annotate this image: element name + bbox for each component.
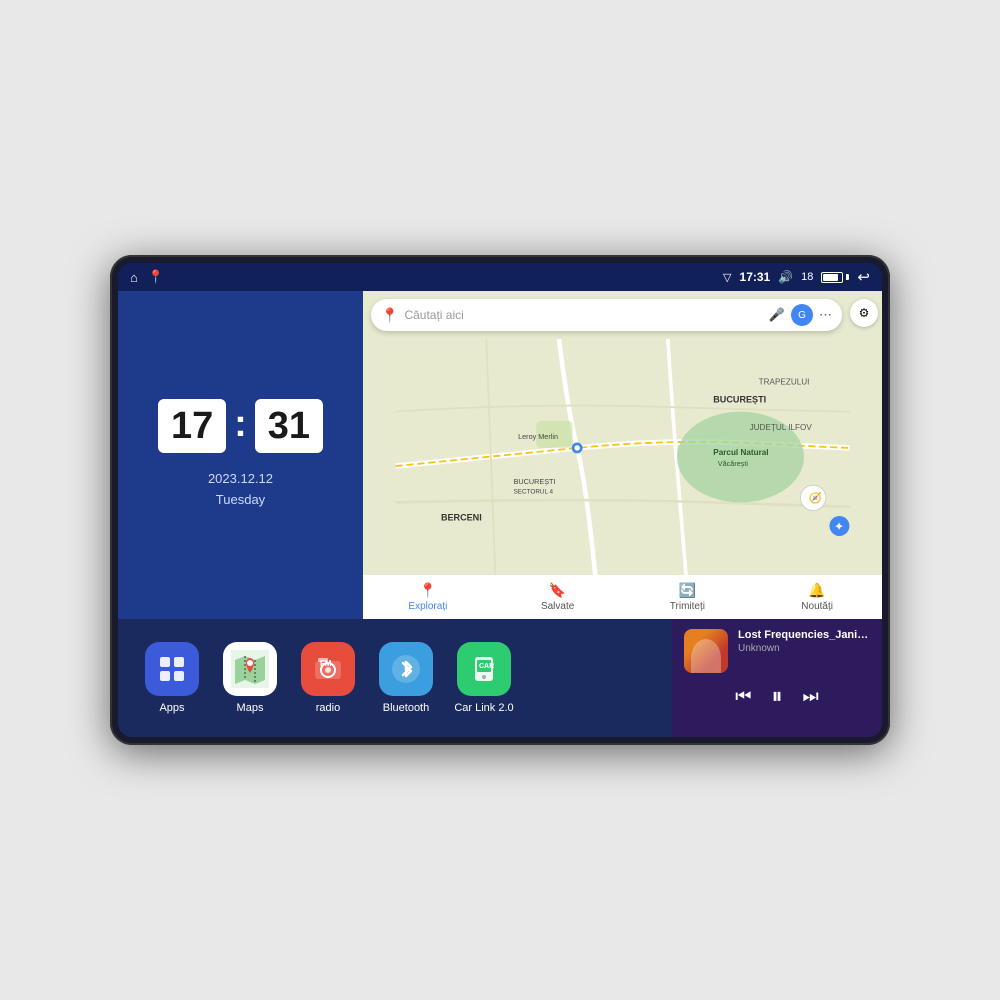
apps-icon (145, 642, 199, 696)
home-icon[interactable]: ⌂ (130, 270, 138, 285)
carlink-label: Car Link 2.0 (454, 702, 513, 714)
map-search-placeholder[interactable]: Căutați aici (404, 308, 762, 322)
status-left: ⌂ 📍 (130, 269, 164, 285)
map-pin-icon: 📍 (381, 307, 398, 324)
explore-icon: 📍 (419, 582, 436, 599)
svg-text:BUCUREȘTI: BUCUREȘTI (514, 477, 556, 486)
battery-indicator (821, 272, 849, 283)
clock-date-value: 2023.12.12 (208, 469, 273, 490)
bluetooth-svg (390, 653, 422, 685)
more-icon[interactable]: ⋯ (819, 307, 832, 323)
radio-svg: FM (312, 653, 344, 685)
music-controls: ⏮ ⏸ ⏭ (684, 685, 870, 707)
radio-label: radio (316, 702, 340, 714)
clock-hours: 17 (158, 399, 226, 453)
app-item-bluetooth[interactable]: Bluetooth (372, 642, 440, 714)
apps-label: Apps (159, 702, 184, 714)
carlink-svg: CAR (468, 653, 500, 685)
music-player: Lost Frequencies_Janieck Devy-... Unknow… (672, 619, 882, 737)
microphone-icon[interactable]: 🎤 (769, 307, 785, 323)
radio-icon: FM (301, 642, 355, 696)
explore-label: Explorați (408, 601, 447, 612)
status-right: ▽ 17:31 🔊 18 ↩ (723, 268, 870, 286)
next-button[interactable]: ⏭ (803, 687, 819, 705)
main-content: 17 : 31 2023.12.12 Tuesday 📍 Căutați aic… (118, 291, 882, 737)
saved-icon: 🔖 (549, 582, 566, 599)
battery-tip (846, 274, 849, 280)
status-time: 17:31 (740, 270, 771, 284)
map-search-bar[interactable]: 📍 Căutați aici 🎤 G ⋯ (371, 299, 842, 331)
car-headunit-device: ⌂ 📍 ▽ 17:31 🔊 18 ↩ (110, 255, 890, 745)
status-bar: ⌂ 📍 ▽ 17:31 🔊 18 ↩ (118, 263, 882, 291)
signal-icon: ▽ (723, 271, 731, 284)
svg-text:SECTORUL 4: SECTORUL 4 (514, 488, 554, 495)
send-label: Trimiteți (670, 601, 705, 612)
svg-text:🧭: 🧭 (809, 491, 823, 504)
clock-panel: 17 : 31 2023.12.12 Tuesday (118, 291, 363, 619)
back-icon[interactable]: ↩ (857, 268, 870, 286)
prev-button[interactable]: ⏮ (735, 687, 751, 705)
screen: ⌂ 📍 ▽ 17:31 🔊 18 ↩ (118, 263, 882, 737)
maps-svg (231, 650, 269, 688)
user-avatar[interactable]: G (791, 304, 813, 326)
svg-text:JUDEȚUL ILFOV: JUDEȚUL ILFOV (750, 423, 813, 432)
clock-colon: : (234, 403, 247, 446)
news-label: Noutăți (801, 601, 833, 612)
music-artist: Unknown (738, 643, 870, 654)
map-nav-send[interactable]: 🔄 Trimiteți (623, 582, 753, 612)
top-section: 17 : 31 2023.12.12 Tuesday 📍 Căutați aic… (118, 291, 882, 619)
maps-icon (223, 642, 277, 696)
map-nav-saved[interactable]: 🔖 Salvate (493, 582, 623, 612)
news-icon: 🔔 (808, 582, 825, 599)
person-silhouette (691, 639, 721, 673)
app-item-apps[interactable]: Apps (138, 642, 206, 714)
maps-status-icon[interactable]: 📍 (148, 269, 164, 285)
map-area: Parcul Natural Văcărești BUCUREȘTI JUDEȚ… (363, 339, 882, 575)
svg-text:BUCUREȘTI: BUCUREȘTI (713, 395, 766, 405)
clock-minutes: 31 (255, 399, 323, 453)
svg-text:Parcul Natural: Parcul Natural (713, 448, 768, 457)
maps-label: Maps (237, 702, 264, 714)
music-info: Lost Frequencies_Janieck Devy-... Unknow… (738, 629, 870, 654)
send-icon: 🔄 (679, 582, 696, 599)
app-item-radio[interactable]: FM radio (294, 642, 362, 714)
volume-icon: 🔊 (778, 270, 793, 284)
svg-text:Văcărești: Văcărești (718, 459, 749, 468)
svg-text:✦: ✦ (834, 520, 844, 534)
map-bottom-nav: 📍 Explorați 🔖 Salvate 🔄 Trimiteți � (363, 575, 882, 619)
map-panel[interactable]: 📍 Căutați aici 🎤 G ⋯ (363, 291, 882, 619)
map-top-right-buttons: ⚙ (850, 299, 878, 327)
clock-weekday: Tuesday (208, 490, 273, 511)
saved-label: Salvate (541, 601, 574, 612)
svg-text:CAR: CAR (479, 663, 494, 670)
battery-level: 18 (801, 271, 813, 283)
music-top: Lost Frequencies_Janieck Devy-... Unknow… (684, 629, 870, 673)
bottom-section: Apps Ma (118, 619, 882, 737)
bluetooth-icon (379, 642, 433, 696)
svg-text:Leroy Merlin: Leroy Merlin (518, 432, 558, 441)
carlink-icon: CAR (457, 642, 511, 696)
map-nav-explore[interactable]: 📍 Explorați (363, 582, 493, 612)
app-launcher: Apps Ma (118, 619, 672, 737)
clock-display: 17 : 31 (158, 399, 323, 453)
battery-body (821, 272, 843, 283)
app-item-maps[interactable]: Maps (216, 642, 284, 714)
svg-text:TRAPEZULUI: TRAPEZULUI (759, 377, 810, 386)
clock-date: 2023.12.12 Tuesday (208, 469, 273, 511)
svg-text:BERCENI: BERCENI (441, 513, 482, 523)
map-nav-news[interactable]: 🔔 Noutăți (752, 582, 882, 612)
map-svg: Parcul Natural Văcărești BUCUREȘTI JUDEȚ… (363, 339, 882, 575)
battery-fill (823, 274, 837, 281)
app-item-carlink[interactable]: CAR Car Link 2.0 (450, 642, 518, 714)
svg-text:FM: FM (320, 659, 332, 668)
music-title: Lost Frequencies_Janieck Devy-... (738, 629, 870, 641)
map-settings-btn[interactable]: ⚙ (850, 299, 878, 327)
bluetooth-label: Bluetooth (383, 702, 429, 714)
play-pause-button[interactable]: ⏸ (771, 685, 782, 707)
apps-svg (157, 654, 187, 684)
music-album-art (684, 629, 728, 673)
